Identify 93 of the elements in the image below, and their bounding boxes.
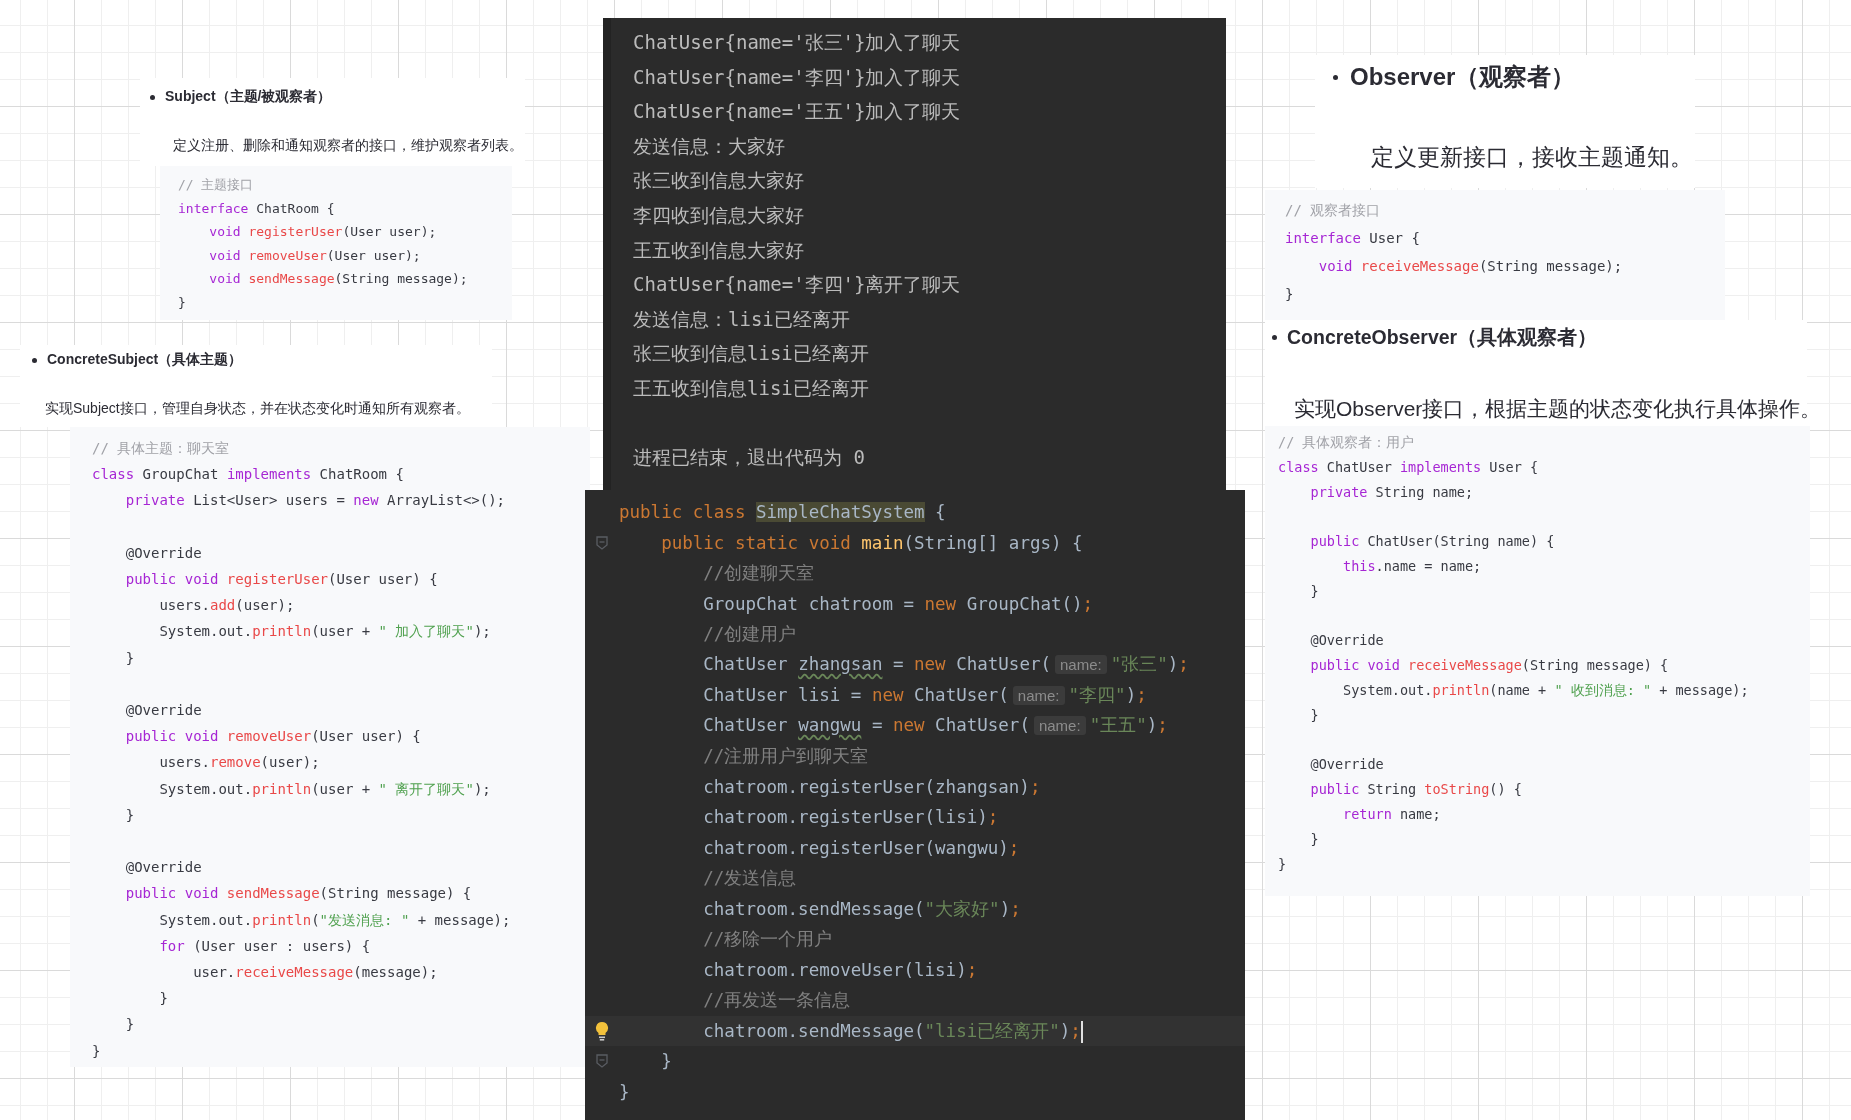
fold-icon[interactable] bbox=[596, 535, 608, 550]
code-line: GroupChat chatroom = new GroupChat(); bbox=[702, 592, 1094, 616]
code-line: ChatUser lisi = new ChatUser( name: "李四"); bbox=[702, 683, 1147, 707]
code-line: //发送信息 bbox=[702, 867, 797, 890]
code-line: @Override bbox=[124, 543, 203, 563]
note-title: ConcreteObserver（具体观察者） bbox=[1287, 325, 1598, 350]
code-line: // 观察者接口 bbox=[1285, 201, 1382, 220]
code-line: } bbox=[124, 805, 136, 825]
code-line: } bbox=[178, 293, 187, 312]
code-line: class GroupChat implements ChatRoom { bbox=[92, 465, 405, 485]
code-line: public void removeUser(User user) { bbox=[124, 727, 422, 747]
code-line: public String toString() { bbox=[1309, 780, 1523, 800]
code-line: private List<User> users = new ArrayList<>(); bbox=[124, 491, 507, 511]
console-line: ChatUser{name='张三'}加入了聊天 bbox=[633, 30, 962, 55]
lightbulb-icon[interactable] bbox=[595, 1020, 609, 1041]
code-line: //移除一个用户 bbox=[702, 928, 833, 951]
code-line: chatroom.sendMessage("大家好"); bbox=[702, 897, 1021, 921]
code-line: void sendMessage(String message); bbox=[208, 270, 469, 288]
code-line: public ChatUser(String name) { bbox=[1309, 532, 1556, 552]
code-line: } bbox=[1309, 829, 1320, 849]
code-line: } bbox=[124, 1015, 136, 1035]
code-line: @Override bbox=[124, 701, 203, 720]
console-line: 王五收到信息大家好 bbox=[633, 237, 805, 263]
code-line: public void registerUser(User user) { bbox=[124, 570, 439, 589]
bullet-icon bbox=[1333, 74, 1338, 80]
code-line: void registerUser(User user); bbox=[208, 223, 438, 241]
console-line: ChatUser{name='李四'}离开了聊天 bbox=[633, 272, 962, 298]
note-description: 实现Subject接口，管理自身状态，并在状态变化时通知所有观察者。 bbox=[44, 399, 471, 418]
console-line: ChatUser{name='王五'}加入了聊天 bbox=[633, 99, 962, 125]
code-line: // 具体主题：聊天室 bbox=[92, 439, 231, 458]
code-line: } bbox=[92, 1041, 102, 1061]
code-line: //创建用户 bbox=[702, 623, 797, 646]
note-description: 定义更新接口，接收主题通知。 bbox=[1370, 142, 1694, 172]
code-line: class ChatUser implements User { bbox=[1278, 457, 1540, 477]
code-line: } bbox=[158, 989, 169, 1009]
code-line: System.out.println(user + " 加入了聊天"); bbox=[158, 622, 492, 642]
code-line: } bbox=[124, 648, 136, 668]
code-line: System.out.println(user + " 离开了聊天"); bbox=[158, 779, 492, 799]
code-line: } bbox=[660, 1050, 672, 1073]
code-line: ChatUser zhangsan = new ChatUser( name: "张三"); bbox=[702, 653, 1189, 676]
code-line: } bbox=[1285, 285, 1295, 304]
code-line: @Override bbox=[1309, 631, 1385, 651]
console-line: 王五收到信息lisi已经离开 bbox=[633, 375, 870, 401]
code-line: users.add(user); bbox=[158, 596, 296, 616]
code-line: private String name; bbox=[1309, 482, 1475, 502]
code-line: @Override bbox=[1309, 755, 1385, 775]
code-line: //再发送一条信息 bbox=[702, 989, 851, 1012]
note-title: Subject（主题/被观察者） bbox=[165, 88, 332, 106]
code-line: //注册用户到聊天室 bbox=[702, 745, 869, 768]
console-line: 张三收到信息lisi已经离开 bbox=[633, 341, 870, 367]
fold-icon[interactable] bbox=[596, 1054, 608, 1069]
code-line: this.name = name; bbox=[1342, 557, 1483, 576]
bullet-icon bbox=[32, 357, 37, 363]
code-line: void removeUser(User user); bbox=[208, 246, 422, 265]
code-line: } bbox=[1278, 854, 1288, 874]
code-line: System.out.println("发送消息: " + message); bbox=[158, 910, 512, 930]
console-line: 发送信息：lisi已经离开 bbox=[633, 306, 851, 332]
code-line: chatroom.registerUser(lisi); bbox=[702, 806, 999, 829]
code-line: void receiveMessage(String message); bbox=[1317, 257, 1624, 276]
code-line: // 具体观察者：用户 bbox=[1278, 433, 1416, 452]
code-line: users.remove(user); bbox=[158, 753, 321, 773]
code-line: ChatUser wangwu = new ChatUser( name: "王五"); bbox=[702, 714, 1168, 737]
note-title: Observer（观察者） bbox=[1350, 62, 1576, 92]
code-line: chatroom.sendMessage("lisi已经离开"); bbox=[702, 1019, 1083, 1045]
note-description: 实现Observer接口，根据主题的状态变化执行具体操作。 bbox=[1293, 395, 1823, 422]
code-line: return name; bbox=[1342, 804, 1442, 824]
console-line: ChatUser{name='李四'}加入了聊天 bbox=[633, 64, 962, 90]
code-line: @Override bbox=[124, 858, 203, 878]
code-line: // 主题接口 bbox=[178, 176, 255, 194]
code-line: public static void main(String[] args) { bbox=[660, 531, 1083, 555]
code-line: //创建聊天室 bbox=[702, 562, 815, 585]
exit-message: 进程已结束，退出代码为 0 bbox=[633, 445, 866, 471]
code-line: chatroom.registerUser(wangwu); bbox=[702, 836, 1020, 860]
code-line: } bbox=[619, 1080, 630, 1104]
code-line: for (User user : users) { bbox=[158, 936, 372, 956]
code-line: System.out.println(name + " 收到消息: " + message); bbox=[1342, 680, 1750, 700]
note-description: 定义注册、删除和通知观察者的接口，维护观察者列表。 bbox=[172, 136, 524, 155]
code-line: user.receiveMessage(message); bbox=[192, 963, 439, 982]
code-line: public void sendMessage(String message) { bbox=[124, 884, 473, 904]
code-line: public void receiveMessage(String message) { bbox=[1309, 656, 1670, 676]
code-line: } bbox=[1309, 705, 1320, 725]
note-title: ConcreteSubject（具体主题） bbox=[47, 351, 243, 369]
console-line: 张三收到信息大家好 bbox=[633, 168, 805, 194]
code-line: interface ChatRoom { bbox=[178, 199, 336, 218]
code-line: chatroom.registerUser(zhangsan); bbox=[702, 775, 1041, 799]
code-line: public class SimpleChatSystem { bbox=[619, 501, 946, 524]
code-line: interface User { bbox=[1285, 229, 1421, 248]
console-line: 李四收到信息大家好 bbox=[633, 202, 805, 228]
console-line: 发送信息：大家好 bbox=[633, 133, 786, 159]
bullet-icon bbox=[1272, 335, 1277, 340]
code-line: chatroom.removeUser(lisi); bbox=[702, 958, 978, 982]
bullet-icon bbox=[150, 94, 155, 100]
code-line: } bbox=[1309, 581, 1320, 601]
